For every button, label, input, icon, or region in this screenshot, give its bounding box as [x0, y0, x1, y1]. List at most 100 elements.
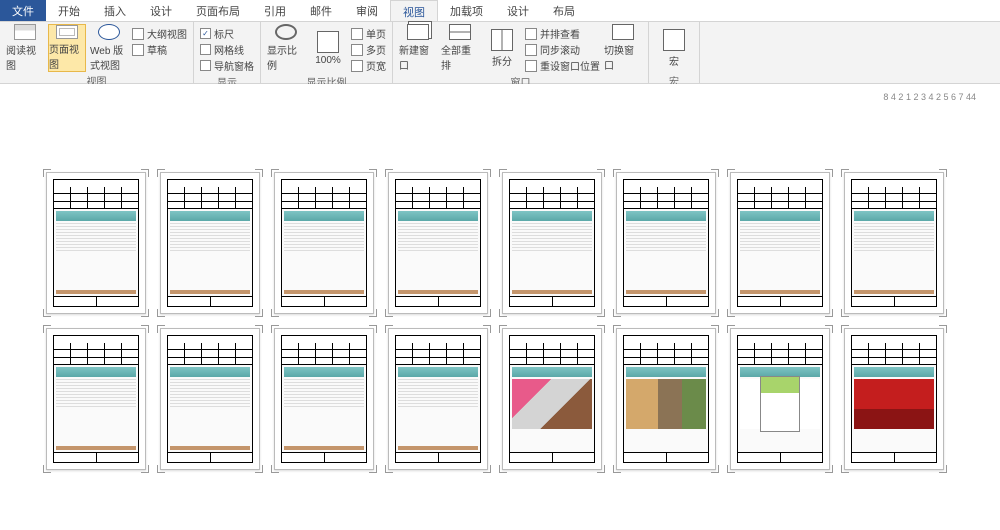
draft-view-button[interactable]: 草稿 [132, 42, 187, 57]
ruler-check-icon: ✓ [200, 28, 211, 39]
tab-addins[interactable]: 加载项 [438, 0, 495, 21]
web-layout-button[interactable]: Web 版式视图 [90, 24, 128, 72]
reset-pos-icon [525, 60, 537, 72]
multi-page-label: 多页 [366, 42, 386, 57]
arrange-all-button[interactable]: 全部重排 [441, 24, 479, 72]
switch-windows-icon [612, 24, 634, 40]
navpane-label: 导航窗格 [214, 58, 254, 73]
reset-position-button[interactable]: 重设窗口位置 [525, 58, 600, 73]
tab-review[interactable]: 审阅 [344, 0, 390, 21]
reset-pos-label: 重设窗口位置 [540, 58, 600, 73]
side-by-side-icon [525, 28, 537, 40]
print-layout-icon [56, 25, 78, 39]
ribbon-tabs: 文件 开始 插入 设计 页面布局 引用 邮件 审阅 视图 加载项 设计 布局 [0, 0, 1000, 22]
page-thumbnail[interactable] [46, 328, 146, 470]
sync-scroll-button[interactable]: 同步滚动 [525, 42, 600, 57]
new-window-button[interactable]: 新建窗口 [399, 24, 437, 72]
page-thumbnail[interactable] [844, 328, 944, 470]
hundred-percent-button[interactable]: 100% [309, 24, 347, 72]
tab-mailings[interactable]: 邮件 [298, 0, 344, 21]
tab-insert[interactable]: 插入 [92, 0, 138, 21]
ribbon-group-macros: 宏 宏 [649, 22, 700, 83]
sync-scroll-icon [525, 44, 537, 56]
ruler-label: 标尺 [214, 26, 234, 41]
tab-layout2[interactable]: 布局 [541, 0, 587, 21]
web-layout-label: Web 版式视图 [90, 42, 128, 72]
page-thumbnail[interactable] [616, 328, 716, 470]
page-thumbnail[interactable] [274, 172, 374, 314]
tab-home[interactable]: 开始 [46, 0, 92, 21]
hundred-label: 100% [315, 55, 341, 66]
read-view-button[interactable]: 阅读视图 [6, 24, 44, 72]
page-thumbnail[interactable] [160, 328, 260, 470]
tab-design2[interactable]: 设计 [495, 0, 541, 21]
hundred-icon [317, 31, 339, 53]
tab-design[interactable]: 设计 [138, 0, 184, 21]
split-button[interactable]: 拆分 [483, 24, 521, 72]
sync-scroll-label: 同步滚动 [540, 42, 580, 57]
document-area: 8 4 2 1 2 3 4 2 5 6 7 44 [0, 84, 1000, 530]
draft-label: 草稿 [147, 42, 167, 57]
page-thumbnail[interactable] [274, 328, 374, 470]
new-window-icon [407, 24, 429, 40]
ribbon-group-show: ✓ 标尺 网格线 导航窗格 显示 [194, 22, 261, 83]
web-layout-icon [98, 24, 120, 40]
ribbon-group-window: 新建窗口 全部重排 拆分 并排查看 同步滚动 [393, 22, 649, 83]
page-thumbnail[interactable] [388, 328, 488, 470]
ruler-checkbox[interactable]: ✓ 标尺 [200, 26, 254, 41]
multi-page-icon [351, 44, 363, 56]
page-width-label: 页宽 [366, 58, 386, 73]
ribbon: 阅读视图 页面视图 Web 版式视图 大纲视图 草稿 视图 [0, 22, 1000, 84]
print-layout-button[interactable]: 页面视图 [48, 24, 86, 72]
split-label: 拆分 [492, 53, 512, 68]
side-by-side-button[interactable]: 并排查看 [525, 26, 600, 41]
page-thumbnail[interactable] [616, 172, 716, 314]
gridlines-check-icon [200, 44, 211, 55]
page-thumbnail[interactable] [388, 172, 488, 314]
page-thumbnail[interactable] [502, 172, 602, 314]
page-thumbnails [10, 104, 990, 480]
split-icon [491, 29, 513, 51]
zoom-button[interactable]: 显示比例 [267, 24, 305, 72]
multi-page-button[interactable]: 多页 [351, 42, 386, 57]
tab-file[interactable]: 文件 [0, 0, 46, 21]
side-by-side-label: 并排查看 [540, 26, 580, 41]
print-layout-label: 页面视图 [49, 41, 85, 71]
page-width-button[interactable]: 页宽 [351, 58, 386, 73]
zoom-label: 显示比例 [267, 42, 305, 72]
tab-view[interactable]: 视图 [390, 0, 438, 21]
navpane-check-icon [200, 60, 211, 71]
page-thumbnail[interactable] [844, 172, 944, 314]
page-thumbnail[interactable] [730, 328, 830, 470]
ribbon-group-views: 阅读视图 页面视图 Web 版式视图 大纲视图 草稿 视图 [0, 22, 194, 83]
ruler-info: 8 4 2 1 2 3 4 2 5 6 7 44 [10, 90, 990, 104]
switch-windows-label: 切换窗口 [604, 42, 642, 72]
page-width-icon [351, 60, 363, 72]
one-page-icon [351, 28, 363, 40]
page-thumbnail[interactable] [502, 328, 602, 470]
outline-view-button[interactable]: 大纲视图 [132, 26, 187, 41]
zoom-icon [275, 24, 297, 40]
macros-label: 宏 [669, 53, 679, 68]
ribbon-group-zoom: 显示比例 100% 单页 多页 页宽 显示比 [261, 22, 393, 83]
switch-windows-button[interactable]: 切换窗口 [604, 24, 642, 72]
macros-button[interactable]: 宏 [655, 24, 693, 72]
navpane-checkbox[interactable]: 导航窗格 [200, 58, 254, 73]
draft-icon [132, 44, 144, 56]
tab-page-layout[interactable]: 页面布局 [184, 0, 252, 21]
gridlines-checkbox[interactable]: 网格线 [200, 42, 254, 57]
outline-icon [132, 28, 144, 40]
macros-icon [663, 29, 685, 51]
one-page-button[interactable]: 单页 [351, 26, 386, 41]
gridlines-label: 网格线 [214, 42, 244, 57]
arrange-all-label: 全部重排 [441, 42, 479, 72]
page-thumbnail[interactable] [730, 172, 830, 314]
page-thumbnail[interactable] [160, 172, 260, 314]
one-page-label: 单页 [366, 26, 386, 41]
read-view-label: 阅读视图 [6, 42, 44, 72]
tab-references[interactable]: 引用 [252, 0, 298, 21]
new-window-label: 新建窗口 [399, 42, 437, 72]
page-thumbnail[interactable] [46, 172, 146, 314]
read-view-icon [14, 24, 36, 40]
outline-label: 大纲视图 [147, 26, 187, 41]
